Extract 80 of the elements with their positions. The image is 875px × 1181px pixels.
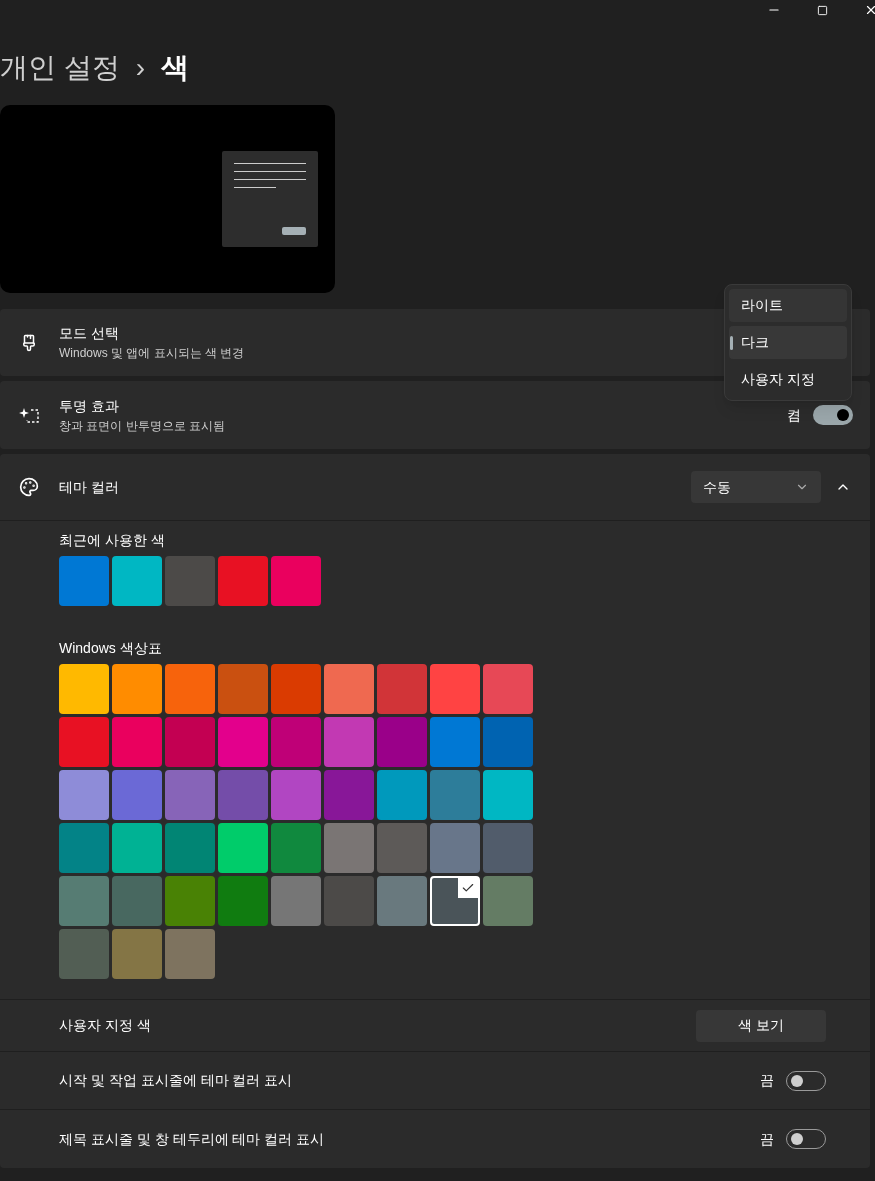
color-swatch[interactable] — [165, 664, 215, 714]
setting-title: 시작 및 작업 표시줄에 테마 컬러 표시 — [59, 1071, 293, 1090]
toggle-state-label: 끔 — [760, 1071, 774, 1090]
color-swatch[interactable] — [165, 876, 215, 926]
setting-description: 창과 표면이 반투명으로 표시됨 — [59, 417, 225, 435]
color-swatch[interactable] — [59, 717, 109, 767]
color-swatch[interactable] — [271, 717, 321, 767]
color-swatch[interactable] — [324, 770, 374, 820]
color-swatch[interactable] — [377, 717, 427, 767]
color-swatch[interactable] — [112, 876, 162, 926]
color-swatch[interactable] — [112, 664, 162, 714]
color-swatch[interactable] — [59, 876, 109, 926]
color-swatch[interactable] — [377, 823, 427, 873]
color-swatch[interactable] — [271, 823, 321, 873]
color-swatch[interactable] — [430, 770, 480, 820]
color-swatch[interactable] — [430, 876, 480, 926]
color-swatch[interactable] — [218, 717, 268, 767]
color-swatch[interactable] — [430, 823, 480, 873]
setting-description: Windows 및 앱에 표시되는 색 변경 — [59, 345, 245, 362]
color-swatch[interactable] — [59, 664, 109, 714]
color-swatch[interactable] — [165, 717, 215, 767]
color-swatch[interactable] — [59, 770, 109, 820]
maximize-icon[interactable] — [817, 4, 828, 16]
color-swatch[interactable] — [218, 664, 268, 714]
color-swatch[interactable] — [218, 770, 268, 820]
color-swatch[interactable] — [165, 929, 215, 979]
breadcrumb-parent[interactable]: 개인 설정 — [0, 47, 120, 89]
toggle-switch[interactable] — [813, 405, 853, 425]
color-swatch[interactable] — [218, 876, 268, 926]
color-swatch[interactable] — [165, 770, 215, 820]
sparkle-dashed-square-icon — [19, 406, 39, 424]
breadcrumb-separator: › — [135, 51, 146, 85]
color-swatch[interactable] — [430, 717, 480, 767]
color-swatch[interactable] — [377, 664, 427, 714]
color-swatch[interactable] — [165, 823, 215, 873]
setting-title: 사용자 지정 색 — [59, 1016, 151, 1035]
palette-icon — [19, 477, 39, 497]
setting-title: 제목 표시줄 및 창 테두리에 테마 컬러 표시 — [59, 1129, 325, 1149]
color-swatch[interactable] — [324, 823, 374, 873]
page-title: 색 — [161, 51, 190, 85]
color-swatch[interactable] — [324, 664, 374, 714]
color-swatch[interactable] — [377, 770, 427, 820]
color-swatch[interactable] — [112, 717, 162, 767]
color-swatch[interactable] — [112, 929, 162, 979]
color-swatch[interactable] — [59, 929, 109, 979]
section-label: 최근에 사용한 색 — [59, 531, 166, 549]
color-swatch[interactable] — [271, 556, 321, 606]
color-swatch[interactable] — [483, 770, 533, 820]
brush-icon — [20, 333, 38, 352]
color-swatch[interactable] — [483, 823, 533, 873]
color-swatch[interactable] — [271, 770, 321, 820]
section-label: Windows 색상표 — [59, 639, 163, 657]
color-swatch[interactable] — [59, 556, 109, 606]
color-swatch[interactable] — [271, 876, 321, 926]
color-swatch[interactable] — [218, 556, 268, 606]
toggle-state-label: 끔 — [760, 1129, 774, 1149]
check-icon — [461, 881, 475, 895]
menu-item[interactable]: 라이트 — [729, 289, 847, 322]
setting-title: 모드 선택 — [59, 324, 120, 343]
color-swatch[interactable] — [112, 770, 162, 820]
color-swatch[interactable] — [430, 664, 480, 714]
color-swatch[interactable] — [483, 717, 533, 767]
color-swatch[interactable] — [324, 876, 374, 926]
color-swatch[interactable] — [112, 823, 162, 873]
color-swatch[interactable] — [324, 717, 374, 767]
color-swatch[interactable] — [218, 823, 268, 873]
view-colors-button[interactable]: 색 보기 — [696, 1009, 826, 1042]
color-swatch[interactable] — [483, 664, 533, 714]
close-icon[interactable] — [864, 3, 875, 17]
setting-title: 투명 효과 — [59, 396, 120, 416]
toggle-state-label: 켬 — [787, 405, 801, 425]
color-swatch[interactable] — [483, 876, 533, 926]
setting-title: 테마 컬러 — [59, 477, 119, 497]
color-swatch[interactable] — [271, 664, 321, 714]
color-swatch[interactable] — [165, 556, 215, 606]
color-swatch[interactable] — [59, 823, 109, 873]
theme-color-dropdown[interactable]: 수동 — [691, 471, 821, 503]
color-swatch[interactable] — [377, 876, 427, 926]
menu-item[interactable]: 다크 — [729, 326, 847, 359]
color-swatch[interactable] — [112, 556, 162, 606]
